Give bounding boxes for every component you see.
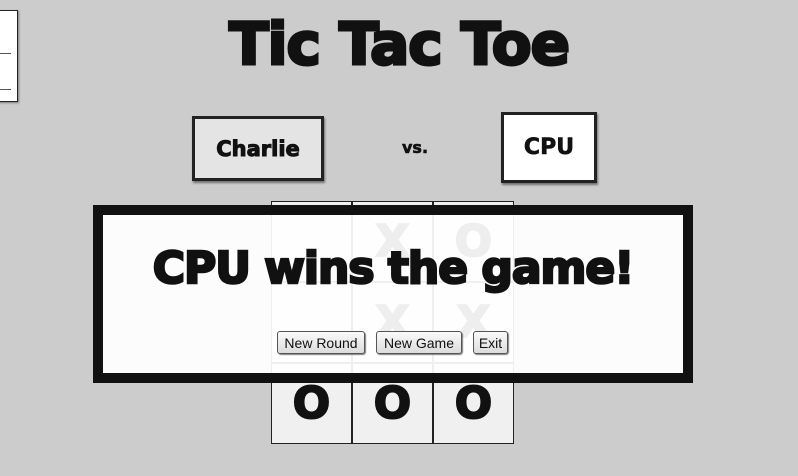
game-over-dialog: CPU wins the game! New Round New Game Ex… xyxy=(93,205,693,383)
new-game-button[interactable]: New Game xyxy=(376,331,462,354)
exit-button[interactable]: Exit xyxy=(473,331,508,354)
new-round-button[interactable]: New Round xyxy=(277,331,365,354)
versus-label: vs. xyxy=(401,138,429,158)
player1-name-box: Charlie xyxy=(192,116,324,181)
page-title: Tic Tac Toe xyxy=(228,9,572,80)
player2-name: CPU xyxy=(523,135,575,161)
result-message: CPU wins the game! xyxy=(151,242,635,296)
player1-name: Charlie xyxy=(216,136,301,161)
divider xyxy=(0,89,11,90)
player2-name-box: CPU xyxy=(501,112,597,183)
